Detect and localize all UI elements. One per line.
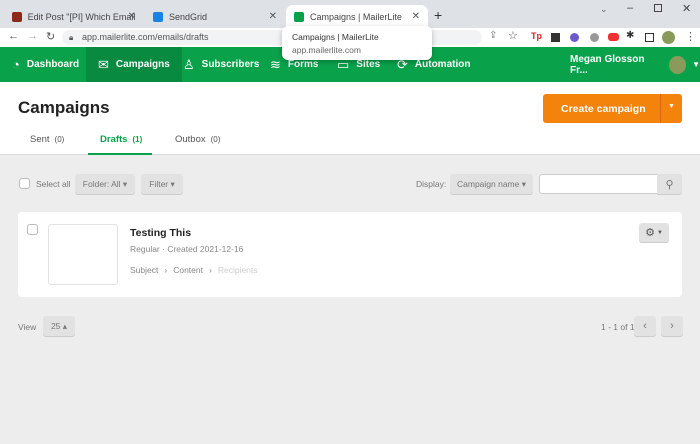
user-icon: ♙ (183, 56, 195, 72)
envelope-icon: ✉ (98, 56, 109, 72)
side-panel-icon[interactable] (645, 33, 654, 42)
lock-icon: 🔒︎ (69, 33, 74, 42)
campaign-thumbnail[interactable] (48, 224, 118, 285)
search-button[interactable]: ⚲ (657, 174, 682, 194)
close-tab-icon[interactable]: ✕ (269, 11, 277, 22)
active-tab-underline (88, 153, 152, 155)
nav-subscribers[interactable]: ♙ Subscribers (183, 47, 259, 82)
layers-icon: ≋ (270, 56, 281, 72)
filter-dropdown[interactable]: Filter ▾ (141, 174, 183, 194)
campaign-checkbox[interactable] (27, 224, 38, 235)
close-tab-icon[interactable]: ✕ (128, 11, 136, 22)
create-campaign-button[interactable]: Create campaign ▼ (543, 94, 682, 123)
user-menu[interactable]: Megan Glosson Fr... ▼ (570, 47, 700, 82)
sendgrid-favicon-icon (153, 11, 163, 22)
extension-icon[interactable] (590, 33, 599, 42)
select-all-label: Select all (36, 179, 71, 189)
display-label: Display: (416, 179, 447, 189)
extension-icon[interactable] (551, 33, 560, 42)
campaign-name[interactable]: Testing This (130, 227, 191, 239)
back-icon[interactable]: ← (8, 30, 19, 42)
extension-icon[interactable] (608, 33, 619, 41)
display-dropdown[interactable]: Campaign name ▾ (450, 174, 533, 194)
campaign-steps: Subject › Content › Recipients (130, 265, 258, 275)
browser-tab-sendgrid[interactable]: SendGrid ✕ (145, 5, 285, 28)
chevron-right-icon: › (670, 320, 674, 332)
view-label: View (18, 322, 37, 332)
wordpress-favicon-icon (12, 11, 22, 22)
user-avatar (669, 55, 687, 74)
minimize-icon[interactable]: – (627, 2, 633, 14)
pagination-range: 1 - 1 of 1 (601, 322, 635, 332)
step-content[interactable]: Content (173, 265, 203, 275)
bookmark-star-icon[interactable]: ☆ (508, 29, 518, 42)
search-icon: ⚲ (665, 178, 674, 191)
menu-kebab-icon[interactable]: ⋮ (685, 30, 696, 43)
step-subject[interactable]: Subject (130, 265, 158, 275)
tab-drafts[interactable]: Drafts (1) (100, 134, 142, 145)
chevron-down-icon[interactable]: ▼ (668, 103, 675, 110)
gear-icon: ⚙ (645, 227, 655, 239)
extension-tp-icon[interactable]: Tp (531, 31, 542, 41)
browser-tab-strip: Edit Post "[PI] Which Email Marke✕ SendG… (0, 0, 700, 28)
campaign-settings-button[interactable]: ⚙ ▼ (639, 223, 669, 242)
tab-sent[interactable]: Sent (0) (30, 134, 64, 145)
step-recipients[interactable]: Recipients (218, 265, 258, 275)
close-tab-icon[interactable]: ✕ (412, 11, 420, 22)
page-title: Campaigns (18, 98, 110, 117)
mailerlite-favicon-icon (294, 11, 304, 22)
campaign-meta: Regular · Created 2021-12-16 (130, 244, 244, 254)
divider (660, 94, 661, 123)
select-all-checkbox[interactable] (19, 178, 30, 189)
nav-dashboard[interactable]: ◔ Dashboard (12, 47, 79, 82)
forward-icon[interactable]: → (27, 30, 38, 42)
search-input[interactable] (539, 174, 658, 194)
reload-icon[interactable]: ↻ (46, 30, 55, 43)
chevron-down-icon: ▼ (656, 229, 663, 236)
extensions-puzzle-icon[interactable]: ✱ (626, 30, 634, 41)
close-window-icon[interactable]: ✕ (682, 2, 691, 15)
chevron-right-icon: › (208, 265, 212, 275)
folder-dropdown[interactable]: Folder: All ▾ (75, 174, 135, 194)
chevron-left-icon: ‹ (643, 320, 647, 332)
nav-campaigns[interactable]: ✉ Campaigns (86, 47, 182, 82)
prev-page-button[interactable]: ‹ (634, 316, 656, 336)
tab-search-icon[interactable]: ⌄ (600, 4, 608, 15)
browser-tab-campaigns[interactable]: Campaigns | MailerLite ✕ (286, 5, 428, 28)
share-icon[interactable]: ⇪ (489, 30, 497, 41)
maximize-icon[interactable] (654, 4, 662, 12)
chevron-down-icon: ▼ (692, 60, 700, 69)
tab-outbox[interactable]: Outbox (0) (175, 134, 220, 145)
tab-hover-tooltip: Campaigns | MailerLite app.mailerlite.com (282, 26, 432, 60)
clock-icon: ◔ (12, 57, 20, 72)
extension-icon[interactable] (570, 33, 579, 42)
new-tab-icon[interactable]: + (434, 7, 442, 23)
profile-avatar[interactable] (662, 31, 675, 44)
per-page-dropdown[interactable]: 25 ▴ (43, 316, 75, 336)
page-header: Campaigns Create campaign ▼ Sent (0) Draf… (0, 82, 700, 155)
chevron-right-icon: › (164, 265, 168, 275)
browser-tab-edit-post[interactable]: Edit Post "[PI] Which Email Marke✕ (4, 5, 144, 28)
next-page-button[interactable]: › (661, 316, 683, 336)
campaign-card: Testing This Regular · Created 2021-12-1… (18, 212, 682, 297)
